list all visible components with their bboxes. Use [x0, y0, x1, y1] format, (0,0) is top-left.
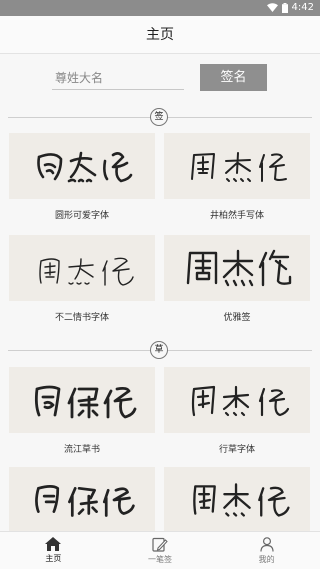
tab-home[interactable]: 主页: [0, 532, 107, 569]
font-card-liujiang-cursive[interactable]: [9, 367, 155, 433]
signature-preview: [35, 485, 135, 517]
home-icon: [45, 537, 62, 551]
font-caption: 圆形可爱字体: [54, 211, 109, 221]
tab-label: 一笔签: [148, 555, 172, 564]
pen-note-icon: [152, 537, 168, 552]
font-card-round-cute[interactable]: [9, 133, 155, 199]
signature-preview: [34, 385, 137, 419]
status-bar: 4:42: [0, 0, 320, 16]
font-caption: 井柏然手写体: [209, 211, 264, 221]
tab-label: 主页: [45, 554, 62, 563]
font-card-running-cursive[interactable]: [164, 367, 310, 433]
font-caption: 行草字体: [218, 445, 255, 455]
wifi-icon: [266, 3, 278, 12]
section-badge-cursive: 草: [150, 341, 168, 359]
font-card-buer-love-letter[interactable]: [9, 235, 155, 301]
font-card-jing-handwriting[interactable]: [164, 133, 310, 199]
bottom-tab-bar: 主页 一笔签 我的: [0, 531, 320, 569]
font-card-elegant-sign[interactable]: [164, 235, 310, 301]
status-icons: 4:42: [266, 2, 314, 13]
font-caption: 优雅签: [223, 313, 251, 323]
app-bar: 主页: [0, 16, 320, 54]
signature-preview: [191, 385, 290, 417]
signature-preview: [193, 483, 290, 517]
battery-icon: [281, 2, 288, 13]
status-time: 4:42: [291, 2, 314, 13]
signature-preview: [37, 151, 133, 183]
name-entry-row: 签名: [0, 54, 320, 104]
signature-preview: [191, 152, 287, 182]
user-icon: [260, 537, 274, 552]
font-card-cursive-3[interactable]: [9, 467, 155, 531]
font-caption: 流江草书: [63, 445, 100, 455]
sign-button[interactable]: 签名: [200, 64, 267, 91]
name-input[interactable]: [52, 66, 184, 90]
page-title: 主页: [146, 27, 174, 43]
tab-one-stroke-sign[interactable]: 一笔签: [107, 532, 214, 569]
tab-mine[interactable]: 我的: [213, 532, 320, 569]
font-caption: 不二情书字体: [54, 313, 109, 323]
font-card-cursive-4[interactable]: [164, 467, 310, 531]
signature-preview: [39, 257, 134, 286]
section-badge-sign: 签: [150, 108, 168, 126]
signature-preview: [186, 249, 292, 287]
tab-label: 我的: [258, 555, 275, 564]
